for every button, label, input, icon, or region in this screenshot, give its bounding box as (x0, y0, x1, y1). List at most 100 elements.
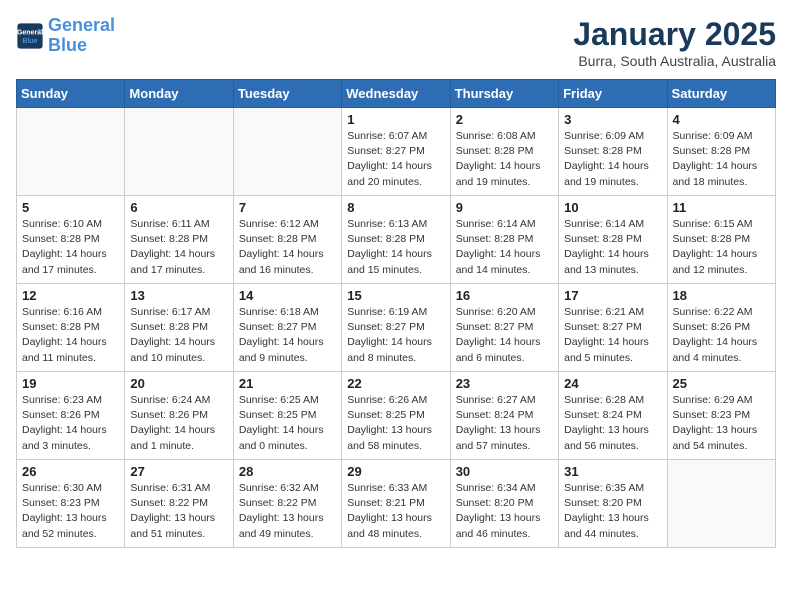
calendar-week-2: 5 Sunrise: 6:10 AM Sunset: 8:28 PM Daylig… (17, 196, 776, 284)
day-info: Sunrise: 6:23 AM Sunset: 8:26 PM Dayligh… (22, 393, 119, 454)
calendar-cell: 11 Sunrise: 6:15 AM Sunset: 8:28 PM Dayli… (667, 196, 775, 284)
calendar-table: SundayMondayTuesdayWednesdayThursdayFrid… (16, 79, 776, 548)
day-info: Sunrise: 6:27 AM Sunset: 8:24 PM Dayligh… (456, 393, 553, 454)
calendar-cell: 1 Sunrise: 6:07 AM Sunset: 8:27 PM Daylig… (342, 108, 450, 196)
logo-icon: General Blue (16, 22, 44, 50)
day-number: 21 (239, 376, 336, 391)
day-info: Sunrise: 6:22 AM Sunset: 8:26 PM Dayligh… (673, 305, 770, 366)
day-info: Sunrise: 6:26 AM Sunset: 8:25 PM Dayligh… (347, 393, 444, 454)
day-number: 7 (239, 200, 336, 215)
calendar-cell (233, 108, 341, 196)
day-info: Sunrise: 6:13 AM Sunset: 8:28 PM Dayligh… (347, 217, 444, 278)
calendar-cell: 14Sunrise: 6:18 AM Sunset: 8:27 PM Dayli… (233, 284, 341, 372)
day-number: 23 (456, 376, 553, 391)
day-info: Sunrise: 6:14 AM Sunset: 8:28 PM Dayligh… (564, 217, 661, 278)
calendar-cell (17, 108, 125, 196)
calendar-cell: 7 Sunrise: 6:12 AM Sunset: 8:28 PM Daylig… (233, 196, 341, 284)
day-number: 20 (130, 376, 227, 391)
day-number: 27 (130, 464, 227, 479)
weekday-header-friday: Friday (559, 80, 667, 108)
calendar-week-5: 26Sunrise: 6:30 AM Sunset: 8:23 PM Dayli… (17, 460, 776, 548)
day-info: Sunrise: 6:16 AM Sunset: 8:28 PM Dayligh… (22, 305, 119, 366)
day-info: Sunrise: 6:31 AM Sunset: 8:22 PM Dayligh… (130, 481, 227, 542)
calendar-cell: 26Sunrise: 6:30 AM Sunset: 8:23 PM Dayli… (17, 460, 125, 548)
calendar-week-1: 1 Sunrise: 6:07 AM Sunset: 8:27 PM Daylig… (17, 108, 776, 196)
day-number: 13 (130, 288, 227, 303)
day-info: Sunrise: 6:29 AM Sunset: 8:23 PM Dayligh… (673, 393, 770, 454)
day-number: 29 (347, 464, 444, 479)
day-number: 3 (564, 112, 661, 127)
day-info: Sunrise: 6:14 AM Sunset: 8:28 PM Dayligh… (456, 217, 553, 278)
page-header: General Blue General Blue January 2025 B… (16, 16, 776, 69)
day-info: Sunrise: 6:15 AM Sunset: 8:28 PM Dayligh… (673, 217, 770, 278)
logo: General Blue General Blue (16, 16, 115, 56)
calendar-cell: 3 Sunrise: 6:09 AM Sunset: 8:28 PM Daylig… (559, 108, 667, 196)
day-number: 25 (673, 376, 770, 391)
calendar-cell: 19 Sunrise: 6:23 AM Sunset: 8:26 PM Dayli… (17, 372, 125, 460)
logo-text: General Blue (48, 16, 115, 56)
calendar-cell: 25 Sunrise: 6:29 AM Sunset: 8:23 PM Dayli… (667, 372, 775, 460)
day-info: Sunrise: 6:33 AM Sunset: 8:21 PM Dayligh… (347, 481, 444, 542)
calendar-cell: 5 Sunrise: 6:10 AM Sunset: 8:28 PM Daylig… (17, 196, 125, 284)
day-info: Sunrise: 6:12 AM Sunset: 8:28 PM Dayligh… (239, 217, 336, 278)
day-info: Sunrise: 6:28 AM Sunset: 8:24 PM Dayligh… (564, 393, 661, 454)
calendar-cell: 10Sunrise: 6:14 AM Sunset: 8:28 PM Dayli… (559, 196, 667, 284)
calendar-cell: 15 Sunrise: 6:19 AM Sunset: 8:27 PM Dayli… (342, 284, 450, 372)
svg-text:General: General (17, 29, 43, 36)
day-number: 24 (564, 376, 661, 391)
calendar-cell: 20Sunrise: 6:24 AM Sunset: 8:26 PM Dayli… (125, 372, 233, 460)
calendar-cell: 22Sunrise: 6:26 AM Sunset: 8:25 PM Dayli… (342, 372, 450, 460)
weekday-header-tuesday: Tuesday (233, 80, 341, 108)
day-info: Sunrise: 6:25 AM Sunset: 8:25 PM Dayligh… (239, 393, 336, 454)
calendar-cell: 9 Sunrise: 6:14 AM Sunset: 8:28 PM Daylig… (450, 196, 558, 284)
title-block: January 2025 Burra, South Australia, Aus… (573, 16, 776, 69)
day-info: Sunrise: 6:08 AM Sunset: 8:28 PM Dayligh… (456, 129, 553, 190)
day-number: 12 (22, 288, 119, 303)
day-number: 28 (239, 464, 336, 479)
weekday-header-monday: Monday (125, 80, 233, 108)
weekday-header-wednesday: Wednesday (342, 80, 450, 108)
svg-text:Blue: Blue (22, 38, 37, 45)
month-title: January 2025 (573, 16, 776, 53)
day-info: Sunrise: 6:10 AM Sunset: 8:28 PM Dayligh… (22, 217, 119, 278)
day-number: 2 (456, 112, 553, 127)
calendar-cell: 23 Sunrise: 6:27 AM Sunset: 8:24 PM Dayli… (450, 372, 558, 460)
calendar-cell: 12 Sunrise: 6:16 AM Sunset: 8:28 PM Dayli… (17, 284, 125, 372)
day-info: Sunrise: 6:09 AM Sunset: 8:28 PM Dayligh… (564, 129, 661, 190)
day-number: 26 (22, 464, 119, 479)
day-info: Sunrise: 6:17 AM Sunset: 8:28 PM Dayligh… (130, 305, 227, 366)
day-number: 1 (347, 112, 444, 127)
day-info: Sunrise: 6:32 AM Sunset: 8:22 PM Dayligh… (239, 481, 336, 542)
day-number: 11 (673, 200, 770, 215)
day-number: 9 (456, 200, 553, 215)
day-info: Sunrise: 6:18 AM Sunset: 8:27 PM Dayligh… (239, 305, 336, 366)
calendar-cell: 16Sunrise: 6:20 AM Sunset: 8:27 PM Dayli… (450, 284, 558, 372)
day-number: 31 (564, 464, 661, 479)
calendar-cell: 2 Sunrise: 6:08 AM Sunset: 8:28 PM Daylig… (450, 108, 558, 196)
day-info: Sunrise: 6:07 AM Sunset: 8:27 PM Dayligh… (347, 129, 444, 190)
calendar-week-3: 12 Sunrise: 6:16 AM Sunset: 8:28 PM Dayli… (17, 284, 776, 372)
calendar-cell (125, 108, 233, 196)
weekday-header-sunday: Sunday (17, 80, 125, 108)
calendar-cell (667, 460, 775, 548)
day-number: 17 (564, 288, 661, 303)
calendar-cell: 8Sunrise: 6:13 AM Sunset: 8:28 PM Daylig… (342, 196, 450, 284)
weekday-header-saturday: Saturday (667, 80, 775, 108)
calendar-cell: 30Sunrise: 6:34 AM Sunset: 8:20 PM Dayli… (450, 460, 558, 548)
day-number: 4 (673, 112, 770, 127)
day-info: Sunrise: 6:09 AM Sunset: 8:28 PM Dayligh… (673, 129, 770, 190)
location-subtitle: Burra, South Australia, Australia (573, 53, 776, 69)
calendar-cell: 29 Sunrise: 6:33 AM Sunset: 8:21 PM Dayli… (342, 460, 450, 548)
day-number: 16 (456, 288, 553, 303)
day-number: 19 (22, 376, 119, 391)
day-info: Sunrise: 6:21 AM Sunset: 8:27 PM Dayligh… (564, 305, 661, 366)
day-info: Sunrise: 6:19 AM Sunset: 8:27 PM Dayligh… (347, 305, 444, 366)
day-number: 6 (130, 200, 227, 215)
day-number: 15 (347, 288, 444, 303)
logo-general: General (48, 15, 115, 35)
calendar-cell: 17 Sunrise: 6:21 AM Sunset: 8:27 PM Dayli… (559, 284, 667, 372)
day-number: 5 (22, 200, 119, 215)
calendar-cell: 31Sunrise: 6:35 AM Sunset: 8:20 PM Dayli… (559, 460, 667, 548)
calendar-cell: 6Sunrise: 6:11 AM Sunset: 8:28 PM Daylig… (125, 196, 233, 284)
calendar-cell: 24 Sunrise: 6:28 AM Sunset: 8:24 PM Dayli… (559, 372, 667, 460)
